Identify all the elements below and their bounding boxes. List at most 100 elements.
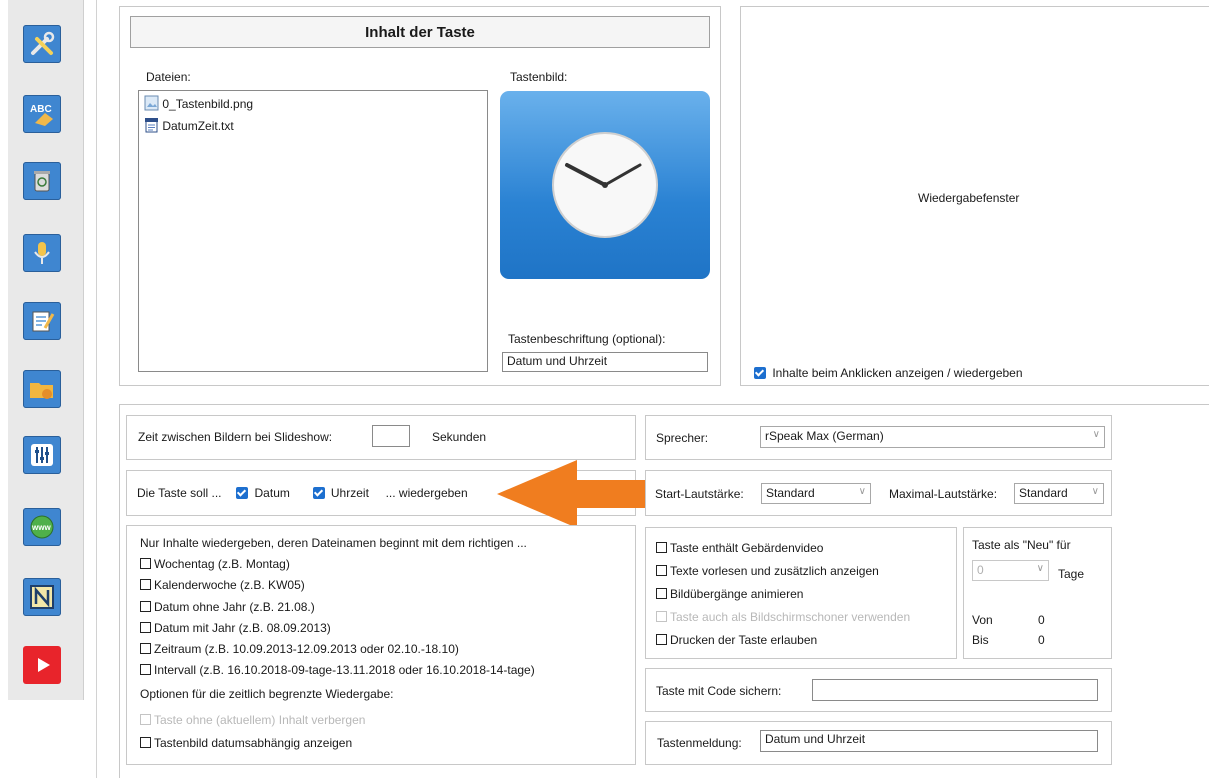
start-volume-value: Standard: [766, 486, 815, 500]
code-input[interactable]: [812, 679, 1098, 701]
option-label: Datum mit Jahr (z.B. 08.09.2013): [154, 621, 331, 635]
neu-days-select[interactable]: 0 ∨: [972, 560, 1049, 581]
sidebar-trash-button[interactable]: [23, 162, 61, 200]
sidebar-n-button[interactable]: [23, 578, 61, 616]
bis-label: Bis: [972, 633, 989, 647]
filter-option-kalenderwoche[interactable]: Kalenderwoche (z.B. KW05): [140, 578, 305, 592]
uhrzeit-checkbox[interactable]: [312, 487, 325, 499]
option-animate-transitions[interactable]: Bildübergänge animieren: [656, 587, 803, 601]
checkbox[interactable]: [140, 622, 151, 633]
playback-title: Wiedergabefenster: [918, 191, 1020, 205]
slideshow-input[interactable]: [372, 425, 410, 447]
chevron-down-icon: ∨: [858, 486, 866, 497]
checkbox[interactable]: [656, 634, 667, 645]
sidebar-www-button[interactable]: www: [23, 508, 61, 546]
option-label: Datum ohne Jahr (z.B. 21.08.): [154, 600, 315, 614]
von-label: Von: [972, 613, 993, 627]
slideshow-label: Zeit zwischen Bildern bei Slideshow:: [138, 430, 333, 444]
filter-option-datum-mit-jahr[interactable]: Datum mit Jahr (z.B. 08.09.2013): [140, 621, 331, 635]
caption-input[interactable]: Datum und Uhrzeit: [502, 352, 708, 372]
sidebar-microphone-button[interactable]: [23, 234, 61, 272]
folder-hand-icon: [30, 383, 53, 399]
checkbox[interactable]: [140, 601, 151, 612]
speaker-value: rSpeak Max (German): [765, 429, 884, 443]
checkbox: [140, 714, 151, 725]
chevron-down-icon: ∨: [1036, 563, 1044, 574]
sidebar-edit-button[interactable]: [23, 302, 61, 340]
equalizer-icon: [31, 444, 53, 466]
option-label: Texte vorlesen und zusätzlich anzeigen: [670, 564, 879, 578]
chevron-down-icon: ∨: [1092, 429, 1100, 440]
options-heading: Optionen für die zeitlich begrenzte Wied…: [140, 687, 394, 701]
option-label: Tastenbild datumsabhängig anzeigen: [154, 736, 353, 750]
checkbox[interactable]: [140, 664, 151, 675]
globe-www-icon: www: [30, 515, 54, 539]
datum-checkbox[interactable]: [236, 487, 249, 499]
image-file-icon: [144, 95, 159, 111]
trash-bin-icon: [34, 171, 50, 192]
start-volume-label: Start-Lautstärke:: [655, 487, 744, 501]
show-on-click-checkbox[interactable]: [754, 367, 766, 379]
checkbox[interactable]: [656, 542, 667, 553]
code-label: Taste mit Code sichern:: [656, 684, 782, 698]
option-label: Zeitraum (z.B. 10.09.2013-12.09.2013 ode…: [154, 642, 459, 656]
content-panel-title-box: Inhalt der Taste: [130, 16, 710, 48]
message-input[interactable]: Datum und Uhrzeit: [760, 730, 1098, 752]
sidebar-tools-button[interactable]: [23, 25, 61, 63]
edit-document-icon: [32, 311, 55, 332]
checkbox[interactable]: [656, 588, 667, 599]
option-read-texts[interactable]: Texte vorlesen und zusätzlich anzeigen: [656, 564, 879, 578]
content-panel-title: Inhalt der Taste: [365, 23, 475, 41]
datum-label: Datum: [254, 486, 290, 500]
checkbox[interactable]: [656, 565, 667, 576]
checkbox: [656, 611, 667, 622]
n-logo-icon: [30, 585, 54, 609]
sidebar-abc-button[interactable]: ABC: [23, 95, 61, 133]
svg-text:ABC: ABC: [30, 104, 52, 115]
message-label: Tastenmeldung:: [657, 736, 742, 750]
checkbox[interactable]: [140, 643, 151, 654]
file-name: 0_Tastenbild.png: [162, 97, 254, 111]
sidebar-youtube-button[interactable]: [23, 646, 61, 684]
option-label: Taste auch als Bildschirmschoner verwend…: [670, 610, 911, 624]
filter-option-zeitraum[interactable]: Zeitraum (z.B. 10.09.2013-12.09.2013 ode…: [140, 642, 459, 656]
option-sign-video[interactable]: Taste enthält Gebärdenvideo: [656, 541, 823, 555]
start-volume-select[interactable]: Standard ∨: [761, 483, 871, 504]
sidebar-equalizer-button[interactable]: [23, 436, 61, 474]
show-on-click-option[interactable]: Inhalte beim Anklicken anzeigen / wieder…: [754, 366, 1023, 380]
sidebar-divider: [96, 0, 97, 778]
taste-soll-prefix: Die Taste soll ...: [137, 486, 222, 500]
youtube-icon: [38, 658, 50, 672]
list-item[interactable]: DatumZeit.txt: [144, 117, 234, 133]
von-value: 0: [1038, 613, 1045, 627]
filter-option-wochentag[interactable]: Wochentag (z.B. Montag): [140, 557, 290, 571]
filter-option-intervall[interactable]: Intervall (z.B. 16.10.2018-09-tage-13.11…: [140, 663, 535, 677]
max-volume-label: Maximal-Lautstärke:: [889, 487, 998, 501]
files-list[interactable]: 0_Tastenbild.png DatumZeit.txt: [138, 90, 488, 372]
speaker-select[interactable]: rSpeak Max (German) ∨: [760, 426, 1105, 448]
list-item[interactable]: 0_Tastenbild.png: [144, 95, 253, 111]
image-label: Tastenbild:: [510, 70, 568, 84]
neu-title: Taste als "Neu" für: [972, 538, 1071, 552]
option-label: Drucken der Taste erlauben: [670, 633, 818, 647]
neu-days-value: 0: [977, 563, 984, 577]
option-label: Intervall (z.B. 16.10.2018-09-tage-13.11…: [154, 663, 535, 677]
show-on-click-label: Inhalte beim Anklicken anzeigen / wieder…: [772, 366, 1023, 380]
option-allow-print[interactable]: Drucken der Taste erlauben: [656, 633, 817, 647]
checkbox[interactable]: [140, 579, 151, 590]
date-dependent-option[interactable]: Tastenbild datumsabhängig anzeigen: [140, 736, 352, 750]
bis-value: 0: [1038, 633, 1045, 647]
checkbox[interactable]: [140, 558, 151, 569]
checkbox[interactable]: [140, 737, 151, 748]
chevron-down-icon: ∨: [1091, 486, 1099, 497]
max-volume-select[interactable]: Standard ∨: [1014, 483, 1104, 504]
filter-option-datum-ohne-jahr[interactable]: Datum ohne Jahr (z.B. 21.08.): [140, 600, 315, 614]
clock-icon: [552, 132, 658, 238]
orange-arrow-annotation: [497, 460, 647, 528]
sidebar-folder-button[interactable]: [23, 370, 61, 408]
option-label: Bildübergänge animieren: [670, 587, 804, 601]
hide-empty-option: Taste ohne (aktuellem) Inhalt verbergen: [140, 713, 365, 727]
button-image-preview[interactable]: [500, 91, 710, 279]
microphone-icon: [34, 242, 50, 264]
text-file-icon: [145, 118, 158, 133]
